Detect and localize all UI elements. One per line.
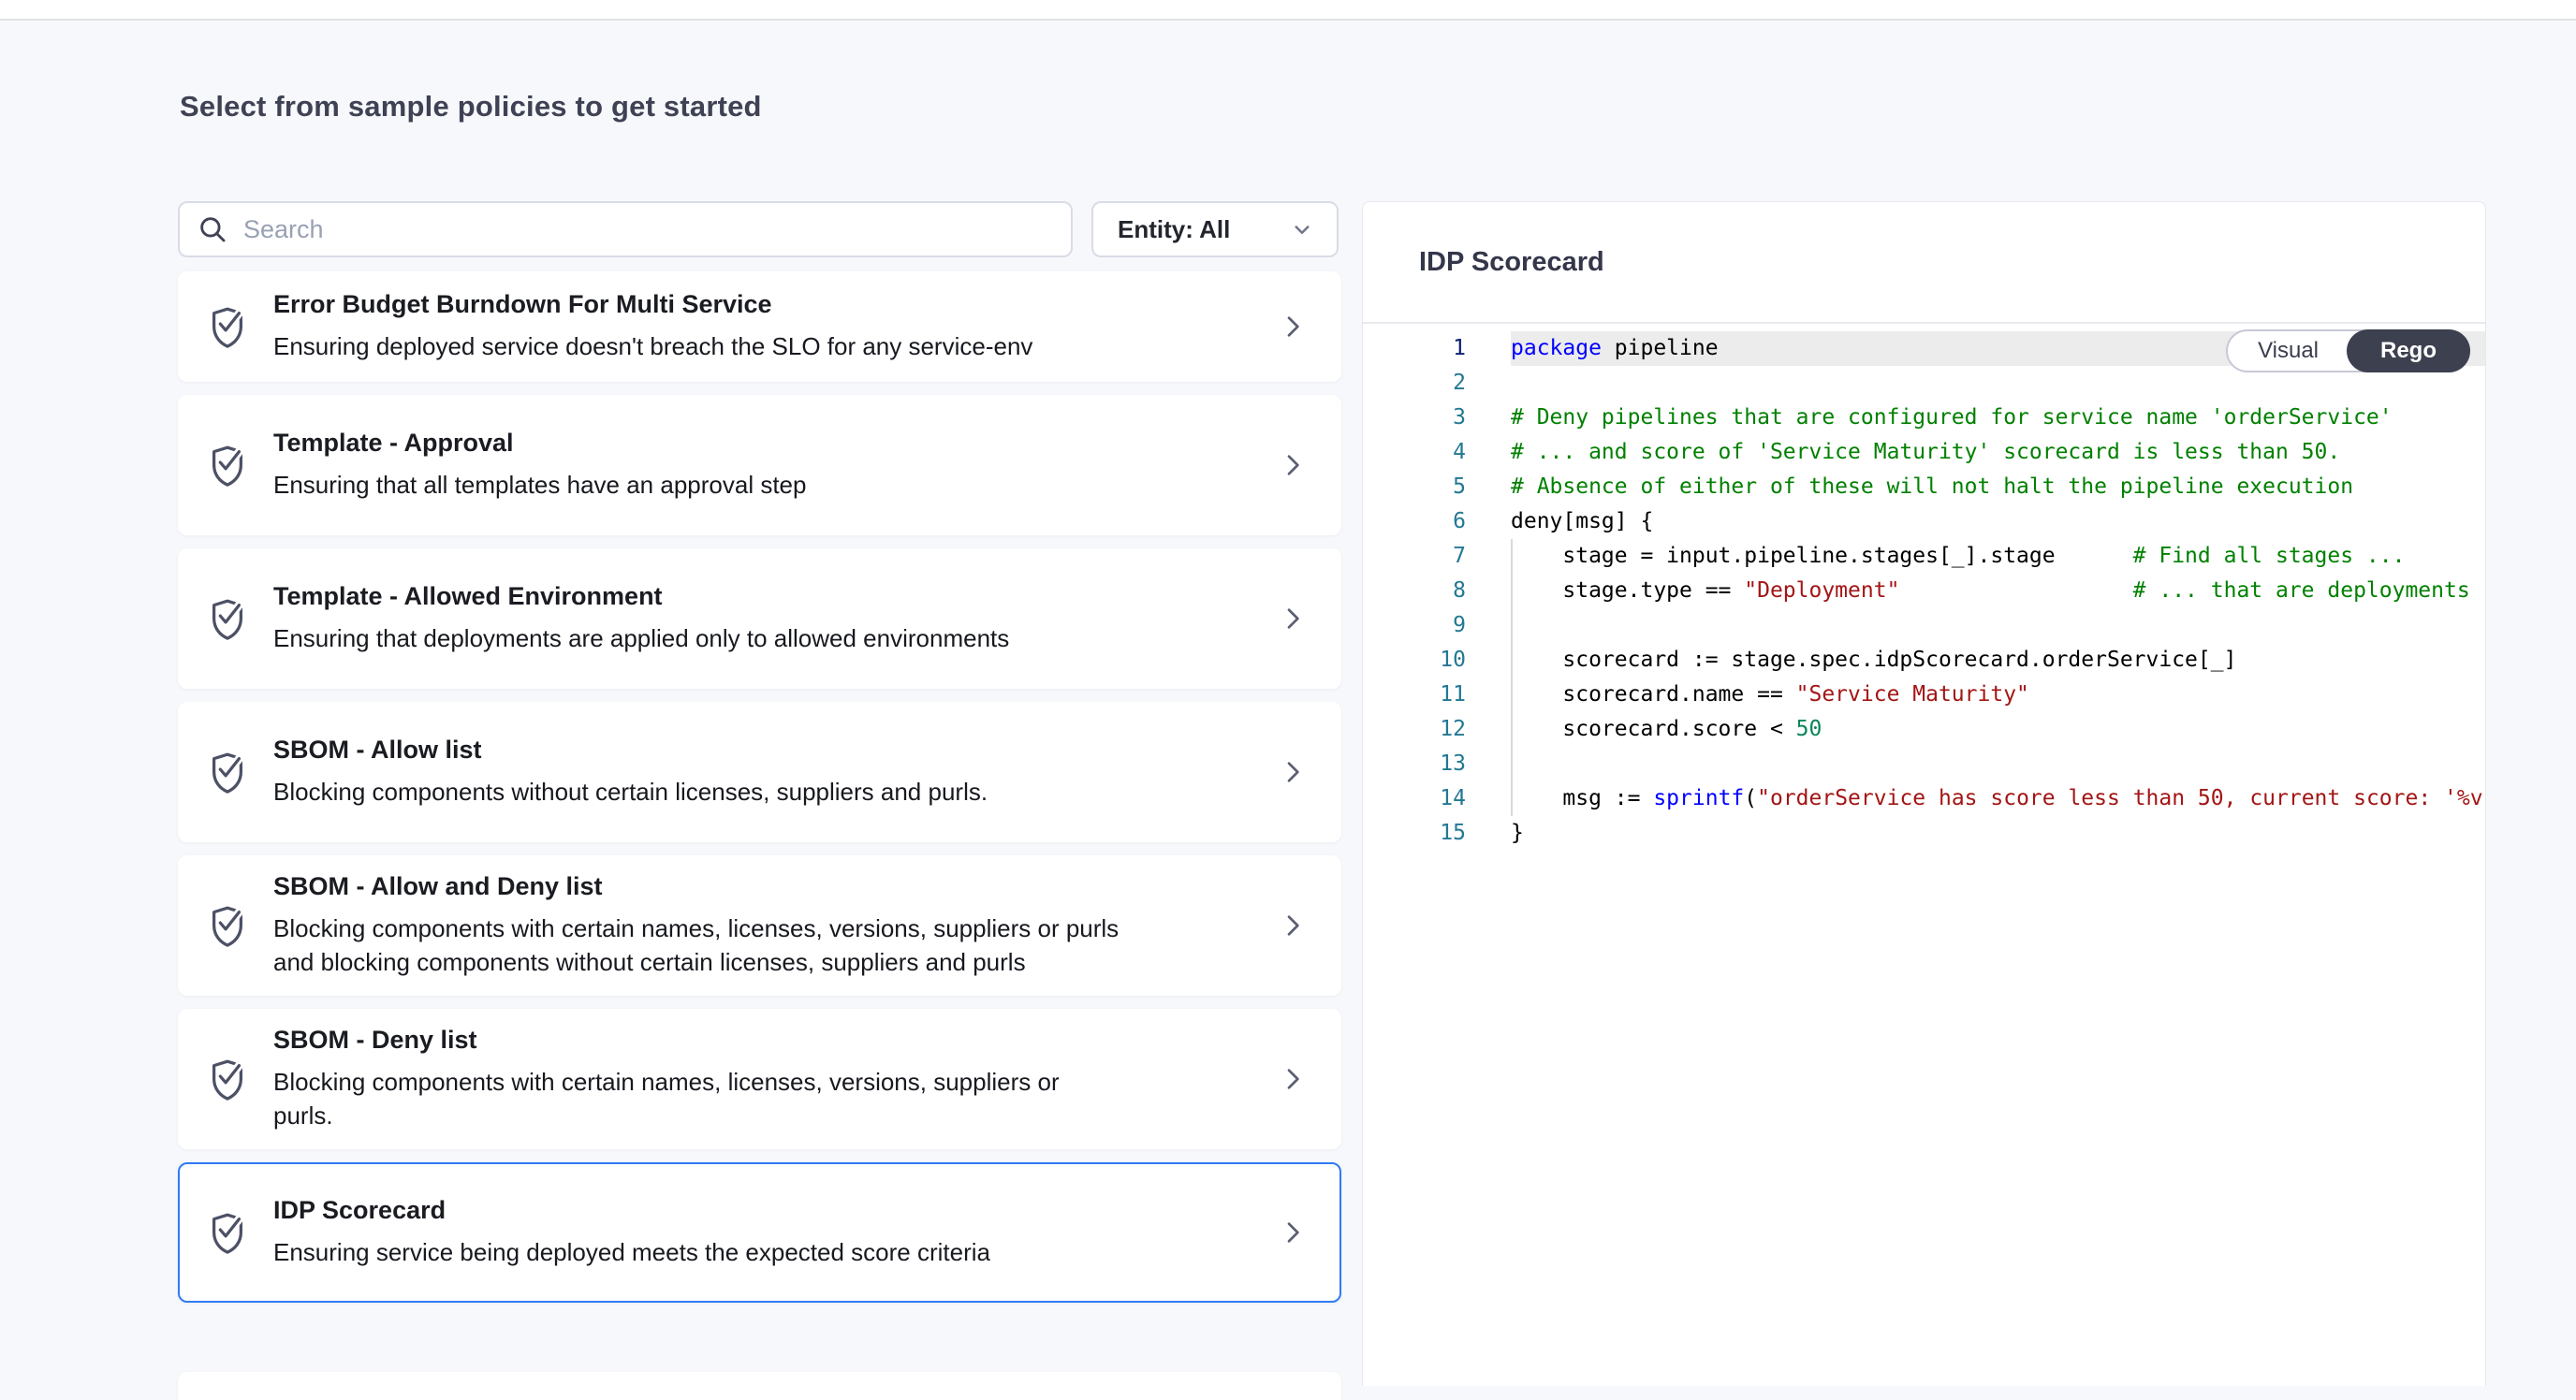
code-line[interactable]: 11 scorecard.name == "Service Maturity" [1363, 678, 2485, 712]
line-number: 1 [1363, 331, 1511, 366]
chevron-right-icon[interactable] [1278, 604, 1308, 634]
line-number: 3 [1363, 401, 1511, 435]
toggle-rego[interactable]: Rego [2347, 329, 2470, 372]
code-lines: 1package pipeline23# Deny pipelines that… [1363, 331, 2485, 851]
policy-description: Ensuring that all templates have an appr… [273, 468, 1125, 502]
code-text: scorecard.score < 50 [1511, 712, 2485, 747]
code-editor[interactable]: Visual Rego 1package pipeline23# Deny pi… [1363, 324, 2485, 1378]
shield-check-icon [206, 303, 249, 350]
policy-card[interactable]: SBOM - Deny list Blocking components with… [178, 1009, 1341, 1149]
policy-card[interactable]: Template - Approval Ensuring that all tem… [178, 395, 1341, 535]
view-mode-toggle[interactable]: Visual Rego [2226, 329, 2470, 372]
line-number: 13 [1363, 747, 1511, 781]
chevron-right-icon[interactable] [1278, 911, 1308, 941]
policy-description: Blocking components with certain names, … [273, 1065, 1125, 1132]
entity-filter-dropdown[interactable]: Entity: All [1091, 201, 1339, 257]
policy-title: SBOM - Allow and Deny list [273, 872, 1278, 901]
line-number: 8 [1363, 574, 1511, 608]
shield-check-icon [206, 595, 249, 642]
policy-list: Error Budget Burndown For Multi Service E… [178, 271, 1341, 1316]
policy-detail-panel: IDP Scorecard Visual Rego 1package pipel… [1362, 201, 2486, 1386]
policy-title: IDP Scorecard [273, 1196, 1278, 1225]
policy-description: Ensuring deployed service doesn't breach… [273, 329, 1125, 363]
policy-title: SBOM - Deny list [273, 1026, 1278, 1055]
line-number: 4 [1363, 435, 1511, 470]
policy-card[interactable]: IDP Scorecard Ensuring service being depl… [178, 1162, 1341, 1303]
policy-card[interactable]: Template - Allowed Environment Ensuring t… [178, 548, 1341, 689]
code-text: scorecard := stage.spec.idpScorecard.ord… [1511, 643, 2485, 678]
line-number: 14 [1363, 781, 1511, 816]
policy-title: SBOM - Allow list [273, 736, 1278, 765]
policy-card[interactable]: Error Budget Burndown For Multi Service E… [178, 271, 1341, 382]
shield-check-icon [206, 1209, 249, 1256]
policy-title: Template - Allowed Environment [273, 582, 1278, 611]
search-icon [197, 213, 228, 245]
line-number: 10 [1363, 643, 1511, 678]
policy-description: Blocking components with certain names, … [273, 911, 1125, 979]
code-text: deny[msg] { [1511, 504, 2485, 539]
shield-check-icon [206, 902, 249, 949]
shield-check-icon [206, 1056, 249, 1102]
chevron-right-icon[interactable] [1278, 1218, 1308, 1247]
code-line[interactable]: 7 stage = input.pipeline.stages[_].stage… [1363, 539, 2485, 574]
toggle-visual[interactable]: Visual [2228, 331, 2349, 371]
code-text: # Deny pipelines that are configured for… [1511, 401, 2485, 435]
line-number: 5 [1363, 470, 1511, 504]
code-line[interactable]: 6deny[msg] { [1363, 504, 2485, 539]
code-line[interactable]: 14 msg := sprintf("orderService has scor… [1363, 781, 2485, 816]
page-title: Select from sample policies to get start… [180, 90, 762, 124]
chevron-right-icon[interactable] [1278, 312, 1308, 342]
policy-title: Template - Approval [273, 429, 1278, 458]
policy-description: Ensuring service being deployed meets th… [273, 1235, 1125, 1269]
next-card-clipped[interactable] [178, 1372, 1341, 1400]
code-text: stage.type == "Deployment" # ... that ar… [1511, 574, 2485, 608]
line-number: 6 [1363, 504, 1511, 539]
line-number: 9 [1363, 608, 1511, 643]
search-input[interactable] [243, 215, 1054, 244]
chevron-right-icon[interactable] [1278, 1064, 1308, 1094]
code-line[interactable]: 8 stage.type == "Deployment" # ... that … [1363, 574, 2485, 608]
line-number: 2 [1363, 366, 1511, 401]
code-text [1511, 747, 2485, 781]
line-number: 7 [1363, 539, 1511, 574]
policy-card[interactable]: SBOM - Allow list Blocking components wit… [178, 702, 1341, 842]
code-text: scorecard.name == "Service Maturity" [1511, 678, 2485, 712]
search-box[interactable] [178, 201, 1073, 257]
detail-header: IDP Scorecard [1363, 202, 2485, 324]
shield-check-icon [206, 749, 249, 795]
code-text [1511, 608, 2485, 643]
line-number: 12 [1363, 712, 1511, 747]
code-line[interactable]: 5# Absence of either of these will not h… [1363, 470, 2485, 504]
code-text: stage = input.pipeline.stages[_].stage #… [1511, 539, 2485, 574]
code-text: # Absence of either of these will not ha… [1511, 470, 2485, 504]
code-line[interactable]: 15} [1363, 816, 2485, 851]
chevron-right-icon[interactable] [1278, 450, 1308, 480]
top-bar [0, 0, 2576, 21]
indent-guide [1511, 539, 1513, 816]
code-line[interactable]: 9 [1363, 608, 2485, 643]
code-line[interactable]: 13 [1363, 747, 2485, 781]
policy-card[interactable]: SBOM - Allow and Deny list Blocking compo… [178, 855, 1341, 996]
line-number: 15 [1363, 816, 1511, 851]
line-number: 11 [1363, 678, 1511, 712]
detail-title: IDP Scorecard [1419, 247, 1604, 278]
code-text: } [1511, 816, 2485, 851]
code-line[interactable]: 3# Deny pipelines that are configured fo… [1363, 401, 2485, 435]
policy-title: Error Budget Burndown For Multi Service [273, 290, 1278, 319]
code-text: msg := sprintf("orderService has score l… [1511, 781, 2485, 816]
policy-description: Blocking components without certain lice… [273, 775, 1125, 809]
chevron-right-icon[interactable] [1278, 757, 1308, 787]
entity-filter-label: Entity: All [1118, 215, 1230, 244]
policy-description: Ensuring that deployments are applied on… [273, 621, 1125, 655]
shield-check-icon [206, 442, 249, 489]
code-line[interactable]: 10 scorecard := stage.spec.idpScorecard.… [1363, 643, 2485, 678]
code-line[interactable]: 4# ... and score of 'Service Maturity' s… [1363, 435, 2485, 470]
chevron-down-icon [1288, 215, 1316, 243]
code-text: # ... and score of 'Service Maturity' sc… [1511, 435, 2485, 470]
code-line[interactable]: 12 scorecard.score < 50 [1363, 712, 2485, 747]
